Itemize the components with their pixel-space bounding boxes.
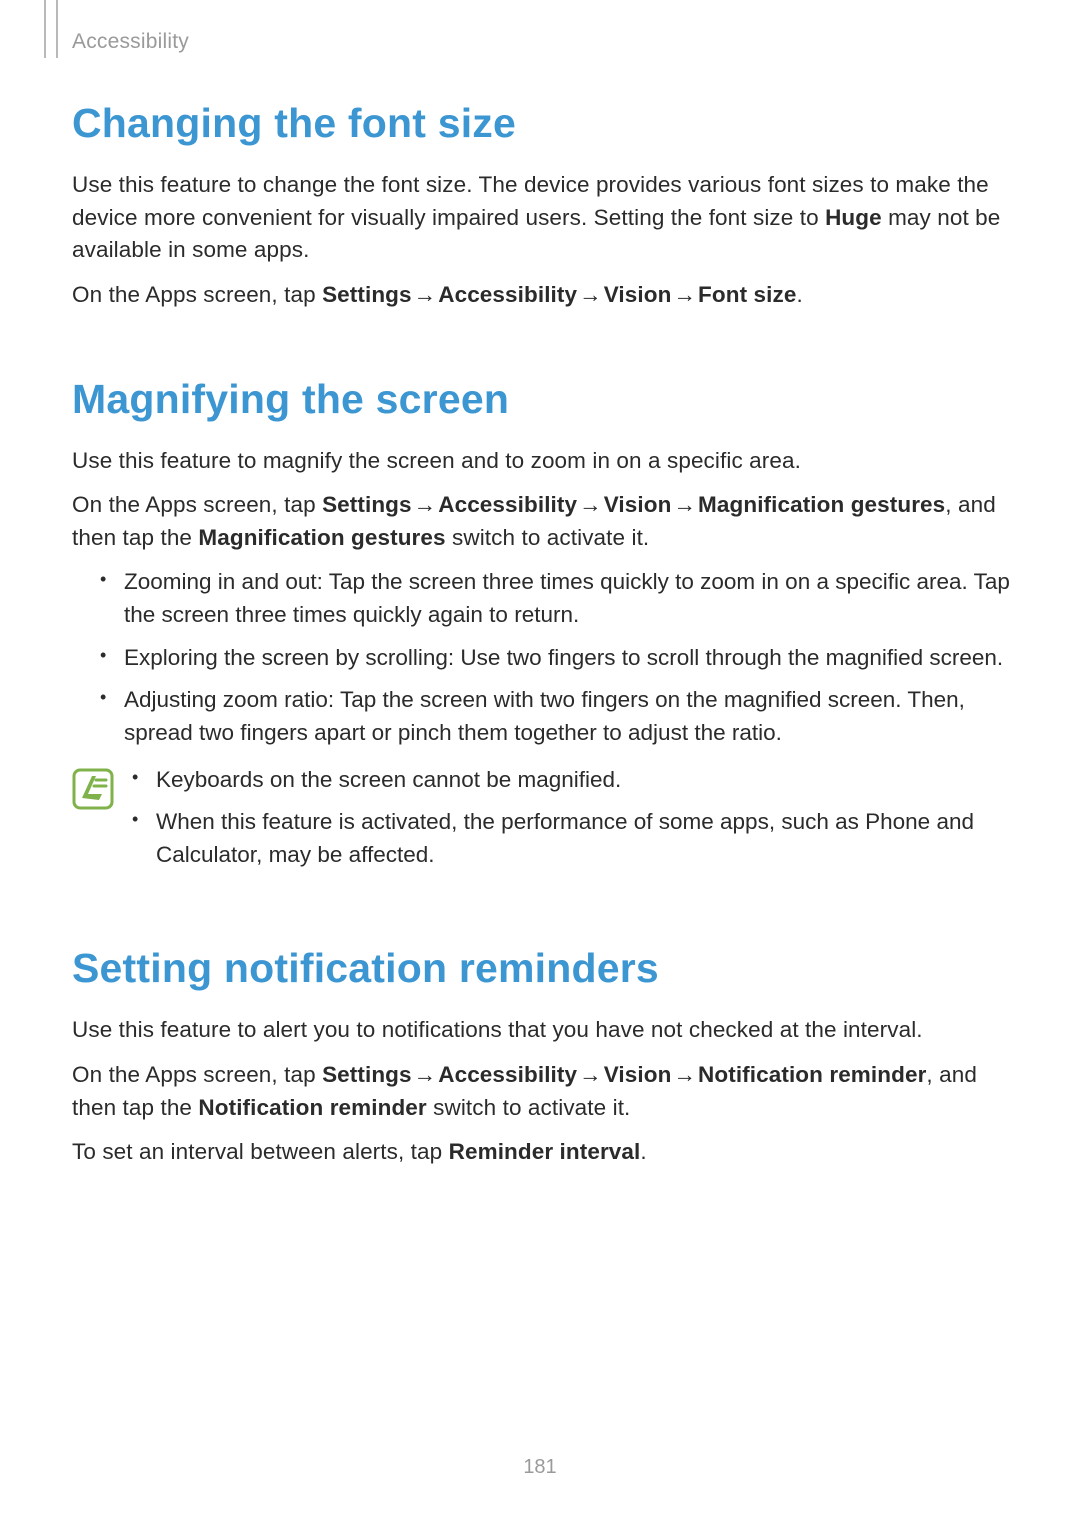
text-bold: Calculator (156, 842, 256, 867)
text: switch to activate it. (446, 525, 650, 550)
page-tab-mark (44, 0, 58, 58)
arrow-icon: → (671, 1062, 698, 1087)
arrow-icon: → (577, 1062, 604, 1087)
bullet-list: Zooming in and out: Tap the screen three… (100, 566, 1012, 749)
text: switch to activate it. (427, 1095, 631, 1120)
arrow-icon: → (412, 282, 439, 307)
text: When this feature is activated, the perf… (156, 809, 865, 834)
text: On the Apps screen, tap (72, 1062, 322, 1087)
text: , may be affected. (256, 842, 434, 867)
text-bold: Phone (865, 809, 930, 834)
text-bold: Settings (322, 492, 412, 517)
text-bold: Vision (604, 1062, 672, 1087)
text-bold: Settings (322, 1062, 412, 1087)
text: and (930, 809, 974, 834)
paragraph: On the Apps screen, tap Settings→Accessi… (72, 489, 1012, 554)
text-bold: Settings (322, 282, 412, 307)
list-item: Adjusting zoom ratio: Tap the screen wit… (100, 684, 1012, 749)
text-bold: Notification reminder (198, 1095, 426, 1120)
text-bold: Font size (698, 282, 796, 307)
page-content: Changing the font size Use this feature … (72, 100, 1012, 1233)
list-item: Exploring the screen by scrolling: Use t… (100, 642, 1012, 675)
breadcrumb: Accessibility (72, 30, 189, 54)
text-bold: Notification reminder (698, 1062, 926, 1087)
text: . (640, 1139, 646, 1164)
note-bullet-list: Keyboards on the screen cannot be magnif… (132, 764, 1012, 882)
arrow-icon: → (412, 1062, 439, 1087)
text-bold: Accessibility (438, 282, 577, 307)
note-block: Keyboards on the screen cannot be magnif… (72, 764, 1012, 882)
list-item: Keyboards on the screen cannot be magnif… (132, 764, 1012, 797)
list-item: Zooming in and out: Tap the screen three… (100, 566, 1012, 631)
arrow-icon: → (412, 492, 439, 517)
text-bold: Accessibility (438, 1062, 577, 1087)
paragraph: Use this feature to magnify the screen a… (72, 445, 1012, 478)
text-bold: Accessibility (438, 492, 577, 517)
text: . (796, 282, 802, 307)
paragraph: To set an interval between alerts, tap R… (72, 1136, 1012, 1169)
text-bold: Reminder interval (449, 1139, 641, 1164)
text: To set an interval between alerts, tap (72, 1139, 449, 1164)
paragraph: Use this feature to alert you to notific… (72, 1014, 1012, 1047)
arrow-icon: → (577, 282, 604, 307)
text-bold: Magnification gestures (198, 525, 445, 550)
paragraph: On the Apps screen, tap Settings→Accessi… (72, 279, 1012, 312)
text: On the Apps screen, tap (72, 492, 322, 517)
paragraph: Use this feature to change the font size… (72, 169, 1012, 267)
section-reminders: Setting notification reminders Use this … (72, 945, 1012, 1169)
note-icon (72, 768, 114, 810)
text: On the Apps screen, tap (72, 282, 322, 307)
heading-magnify: Magnifying the screen (72, 376, 1012, 423)
text-bold: Vision (604, 492, 672, 517)
arrow-icon: → (577, 492, 604, 517)
section-magnify: Magnifying the screen Use this feature t… (72, 376, 1012, 882)
page-number: 181 (0, 1456, 1080, 1479)
section-font-size: Changing the font size Use this feature … (72, 100, 1012, 312)
arrow-icon: → (671, 492, 698, 517)
paragraph: On the Apps screen, tap Settings→Accessi… (72, 1059, 1012, 1124)
list-item: When this feature is activated, the perf… (132, 806, 1012, 871)
text-bold: Magnification gestures (698, 492, 945, 517)
heading-reminders: Setting notification reminders (72, 945, 1012, 992)
text-bold: Vision (604, 282, 672, 307)
text-bold: Huge (825, 205, 882, 230)
heading-font-size: Changing the font size (72, 100, 1012, 147)
arrow-icon: → (671, 282, 698, 307)
